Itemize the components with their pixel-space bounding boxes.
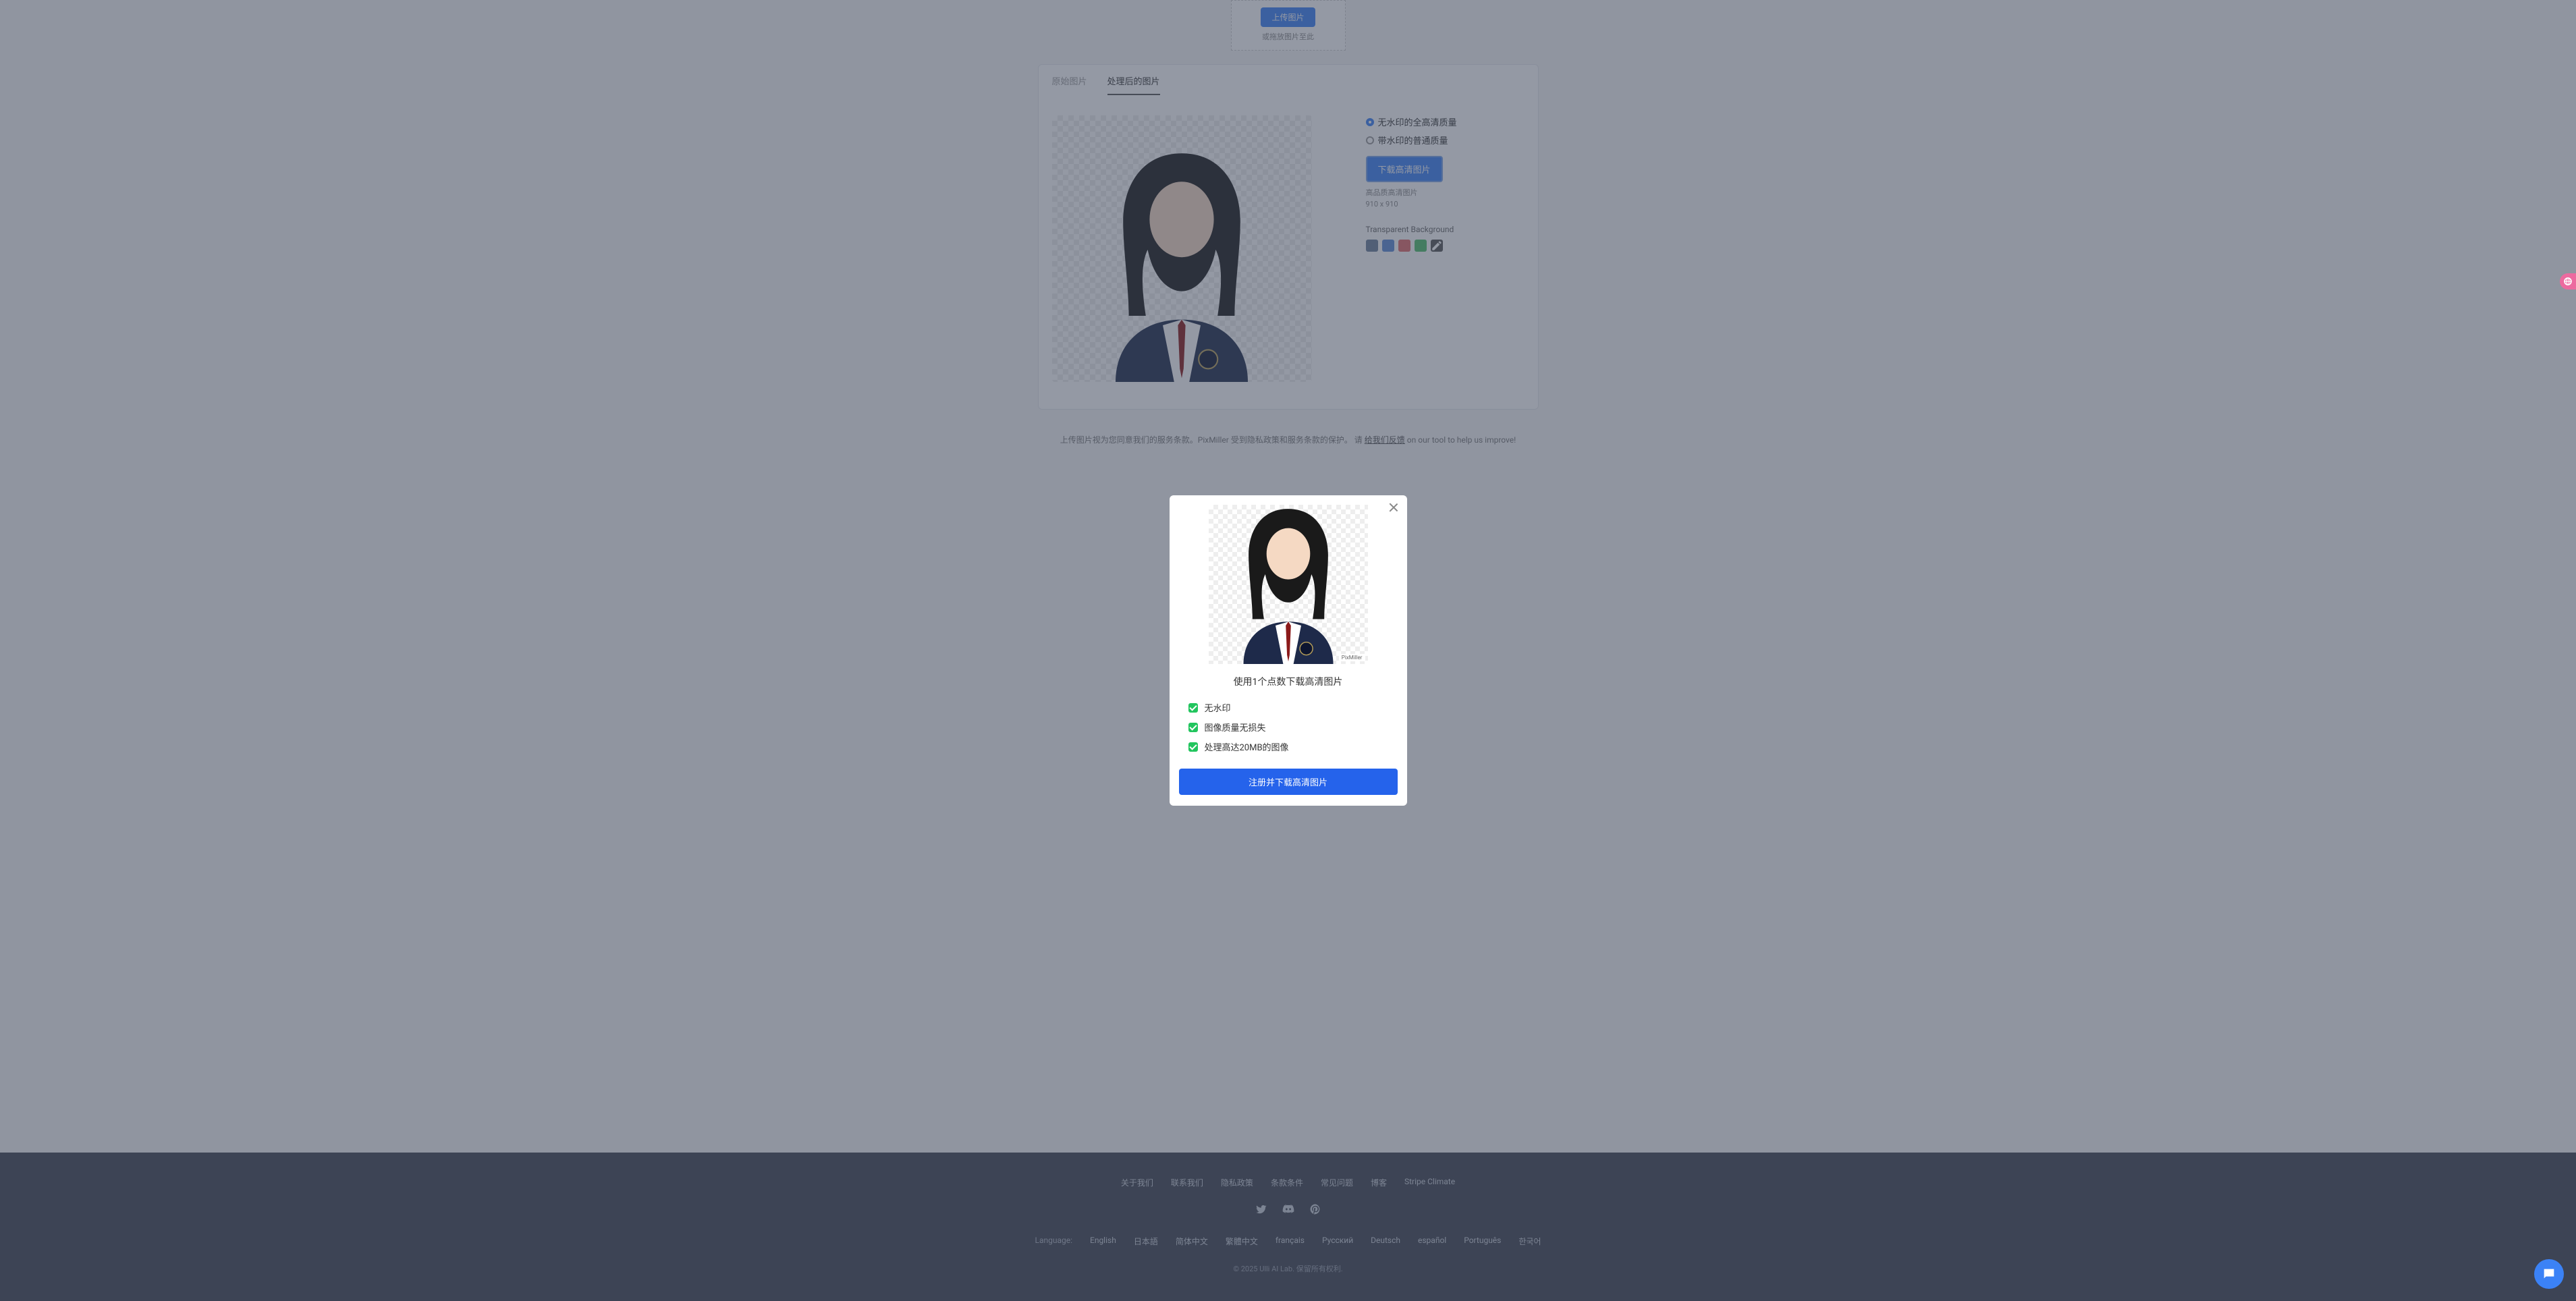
modal-feature: 图像质量无损失 xyxy=(1179,717,1398,737)
close-icon[interactable] xyxy=(1388,502,1399,513)
download-modal: PixMiller 使用1个点数下载高清图片 无水印图像质量无损失处理高达20M… xyxy=(1170,495,1407,806)
person-illustration xyxy=(1224,505,1352,664)
modal-feature: 无水印 xyxy=(1179,698,1398,717)
globe-icon xyxy=(2563,277,2573,286)
check-icon xyxy=(1188,742,1198,752)
register-download-button[interactable]: 注册并下载高清图片 xyxy=(1179,769,1398,795)
modal-overlay[interactable]: PixMiller 使用1个点数下载高清图片 无水印图像质量无损失处理高达20M… xyxy=(0,0,2576,1301)
check-icon xyxy=(1188,703,1198,713)
chat-widget-button[interactable] xyxy=(2534,1259,2564,1289)
check-icon xyxy=(1188,723,1198,732)
modal-image-preview: PixMiller xyxy=(1209,505,1368,664)
modal-feature-label: 处理高达20MB的图像 xyxy=(1205,740,1289,753)
modal-feature-label: 无水印 xyxy=(1205,701,1231,714)
modal-title: 使用1个点数下载高清图片 xyxy=(1179,675,1398,688)
chat-icon xyxy=(2542,1267,2556,1281)
modal-feature-label: 图像质量无损失 xyxy=(1205,721,1266,733)
watermark-label: PixMiller xyxy=(1339,654,1365,661)
language-switcher-badge[interactable] xyxy=(2560,273,2576,289)
modal-feature: 处理高达20MB的图像 xyxy=(1179,737,1398,756)
